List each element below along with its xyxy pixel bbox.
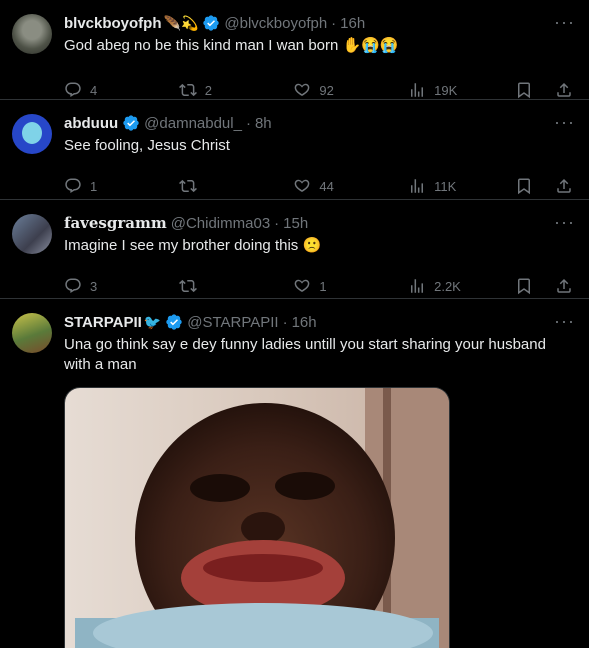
name-emojis: 🐦 (143, 313, 162, 330)
views-button[interactable]: 2.2K (408, 277, 507, 295)
views-button[interactable]: 19K (408, 81, 507, 99)
like-count: 1 (319, 278, 327, 294)
reply-button[interactable]: 1 (64, 177, 179, 195)
handle[interactable]: @STARPAPII (187, 314, 278, 331)
like-icon (295, 83, 310, 96)
tweet-text: God abeg no be this kind man I wan born … (64, 37, 399, 54)
verified-badge-icon (166, 314, 182, 330)
reply-count: 1 (90, 178, 98, 194)
more-icon[interactable]: ··· (554, 112, 575, 133)
retweet-icon (178, 83, 197, 97)
avatar[interactable] (12, 214, 52, 254)
reply-button[interactable]: 4 (64, 81, 179, 99)
share-icon[interactable] (555, 177, 573, 195)
tweet-text: See fooling, Jesus Christ (64, 137, 230, 154)
more-icon[interactable]: ··· (554, 311, 575, 332)
tweet-media[interactable] (64, 387, 450, 648)
timestamp[interactable]: 15h (283, 215, 308, 232)
display-name[interactable]: STARPAPII (64, 314, 142, 331)
name-emojis: 🪶💫 (163, 14, 199, 31)
avatar[interactable] (12, 114, 52, 154)
tweet[interactable]: abduuu @damnabdul_ · 8h ··· See fooling,… (0, 100, 589, 200)
view-count: 2.2K (434, 278, 461, 294)
display-name[interactable]: favesgramm (64, 214, 167, 232)
media-image (65, 388, 449, 648)
handle[interactable]: @Chidimma03 (171, 215, 270, 232)
retweet-button[interactable] (178, 177, 294, 195)
reply-icon (65, 178, 81, 193)
tweet-header: blvckboyofph 🪶💫 @blvckboyofph · 16h (64, 14, 366, 32)
reply-button[interactable]: 3 (64, 277, 179, 295)
tweet-header: abduuu @damnabdul_ · 8h (64, 114, 272, 132)
avatar[interactable] (12, 313, 52, 353)
more-icon[interactable]: ··· (554, 212, 575, 233)
retweet-icon (178, 279, 197, 293)
retweet-button[interactable] (178, 277, 294, 295)
retweet-icon (178, 179, 197, 193)
retweet-count: 2 (204, 82, 212, 98)
like-icon (295, 279, 310, 292)
like-button[interactable]: 44 (293, 177, 408, 195)
like-button[interactable]: 1 (293, 277, 408, 295)
like-count: 44 (319, 178, 334, 194)
avatar[interactable] (12, 14, 52, 54)
tweet-header: favesgramm @Chidimma03 · 15h (64, 214, 309, 232)
bookmark-icon[interactable] (515, 81, 533, 99)
handle[interactable]: @blvckboyofph (224, 15, 327, 32)
views-button[interactable]: 11K (408, 177, 507, 195)
views-icon (411, 179, 424, 193)
reply-icon (65, 278, 81, 293)
verified-badge-icon (123, 115, 139, 131)
more-icon[interactable]: ··· (554, 12, 575, 33)
view-count: 11K (434, 178, 457, 194)
tweet-text: Imagine I see my brother doing this 🙁 (64, 237, 322, 254)
bookmark-icon[interactable] (515, 177, 533, 195)
tweet-text: Una go think say e dey funny ladies unti… (64, 336, 546, 373)
handle[interactable]: @damnabdul_ (144, 115, 242, 132)
retweet-button[interactable]: 2 (178, 81, 294, 99)
tweet-header: STARPAPII 🐦 @STARPAPII · 16h (64, 313, 317, 331)
bookmark-icon[interactable] (515, 277, 533, 295)
view-count: 19K (434, 82, 458, 98)
share-icon[interactable] (555, 81, 573, 99)
timestamp[interactable]: 16h (340, 15, 365, 32)
tweet[interactable]: blvckboyofph 🪶💫 @blvckboyofph · 16h ··· … (0, 0, 589, 100)
like-count: 92 (319, 82, 334, 98)
reply-count: 4 (90, 82, 98, 98)
like-icon (295, 179, 310, 192)
like-button[interactable]: 92 (293, 81, 408, 99)
timestamp[interactable]: 16h (292, 314, 317, 331)
verified-badge-icon (203, 15, 220, 31)
tweet[interactable]: STARPAPII 🐦 @STARPAPII · 16h ··· Una go … (0, 299, 589, 648)
display-name[interactable]: blvckboyofph (64, 15, 162, 32)
share-icon[interactable] (555, 277, 573, 295)
views-icon (411, 83, 424, 97)
timestamp[interactable]: 8h (255, 115, 272, 132)
views-icon (411, 279, 424, 293)
reply-count: 3 (90, 278, 98, 294)
display-name[interactable]: abduuu (64, 115, 118, 132)
reply-icon (65, 82, 81, 97)
tweet[interactable]: favesgramm @Chidimma03 · 15h ··· Imagine… (0, 200, 589, 299)
